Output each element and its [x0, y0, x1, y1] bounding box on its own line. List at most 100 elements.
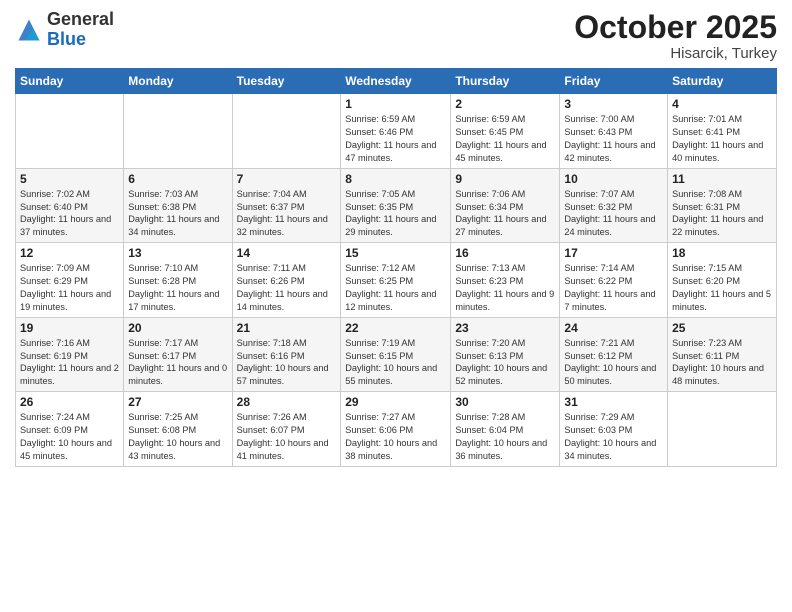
logo: General Blue: [15, 10, 114, 50]
day-info: Sunrise: 7:09 AM Sunset: 6:29 PM Dayligh…: [20, 262, 119, 314]
day-number: 31: [564, 395, 663, 409]
day-number: 2: [455, 97, 555, 111]
day-info: Sunrise: 7:11 AM Sunset: 6:26 PM Dayligh…: [237, 262, 337, 314]
calendar-cell: 15 Sunrise: 7:12 AM Sunset: 6:25 PM Dayli…: [341, 243, 451, 318]
calendar-cell: 5Sunrise: 7:02 AM Sunset: 6:40 PM Daylig…: [16, 168, 124, 243]
calendar-cell: 8Sunrise: 7:05 AM Sunset: 6:35 PM Daylig…: [341, 168, 451, 243]
calendar-cell: 4 Sunrise: 7:01 AM Sunset: 6:41 PM Daylig…: [668, 94, 777, 169]
location: Hisarcik, Turkey: [574, 45, 777, 62]
calendar-cell: [124, 94, 232, 169]
calendar-cell: 24 Sunrise: 7:21 AM Sunset: 6:12 PM Dayli…: [560, 317, 668, 392]
day-info: Sunrise: 7:25 AM Sunset: 6:08 PM Dayligh…: [128, 411, 227, 463]
day-info: Sunrise: 7:24 AM Sunset: 6:09 PM Dayligh…: [20, 411, 119, 463]
calendar-cell: 17 Sunrise: 7:14 AM Sunset: 6:22 PM Dayli…: [560, 243, 668, 318]
day-info: Sunrise: 7:16 AM Sunset: 6:19 PM Dayligh…: [20, 337, 119, 389]
day-number: 27: [128, 395, 227, 409]
day-info: Sunrise: 7:15 AM Sunset: 6:20 PM Dayligh…: [672, 262, 772, 314]
calendar-header-friday: Friday: [560, 69, 668, 94]
calendar-cell: 23 Sunrise: 7:20 AM Sunset: 6:13 PM Dayli…: [451, 317, 560, 392]
calendar-table: SundayMondayTuesdayWednesdayThursdayFrid…: [15, 68, 777, 467]
calendar-cell: 26Sunrise: 7:24 AM Sunset: 6:09 PM Dayli…: [16, 392, 124, 467]
calendar-cell: [16, 94, 124, 169]
day-number: 25: [672, 321, 772, 335]
logo-general-text: General: [47, 9, 114, 29]
day-number: 24: [564, 321, 663, 335]
day-info: Sunrise: 7:26 AM Sunset: 6:07 PM Dayligh…: [237, 411, 337, 463]
day-info: Sunrise: 7:21 AM Sunset: 6:12 PM Dayligh…: [564, 337, 663, 389]
calendar-week-1: 1 Sunrise: 6:59 AM Sunset: 6:46 PM Daylig…: [16, 94, 777, 169]
day-info: Sunrise: 7:19 AM Sunset: 6:15 PM Dayligh…: [345, 337, 446, 389]
day-info: Sunrise: 7:07 AM Sunset: 6:32 PM Dayligh…: [564, 188, 663, 240]
day-number: 20: [128, 321, 227, 335]
month-title: October 2025: [574, 10, 777, 45]
logo-text: General Blue: [47, 10, 114, 50]
calendar-cell: 19 Sunrise: 7:16 AM Sunset: 6:19 PM Dayli…: [16, 317, 124, 392]
day-number: 23: [455, 321, 555, 335]
calendar-cell: 7Sunrise: 7:04 AM Sunset: 6:37 PM Daylig…: [232, 168, 341, 243]
calendar-cell: 12 Sunrise: 7:09 AM Sunset: 6:29 PM Dayli…: [16, 243, 124, 318]
day-info: Sunrise: 7:01 AM Sunset: 6:41 PM Dayligh…: [672, 113, 772, 165]
calendar-cell: 20Sunrise: 7:17 AM Sunset: 6:17 PM Dayli…: [124, 317, 232, 392]
calendar-week-4: 19 Sunrise: 7:16 AM Sunset: 6:19 PM Dayli…: [16, 317, 777, 392]
calendar-header-sunday: Sunday: [16, 69, 124, 94]
title-block: October 2025 Hisarcik, Turkey: [574, 10, 777, 62]
header: General Blue October 2025 Hisarcik, Turk…: [15, 10, 777, 62]
calendar-cell: [232, 94, 341, 169]
day-info: Sunrise: 7:27 AM Sunset: 6:06 PM Dayligh…: [345, 411, 446, 463]
calendar-header-row: SundayMondayTuesdayWednesdayThursdayFrid…: [16, 69, 777, 94]
calendar-cell: 13 Sunrise: 7:10 AM Sunset: 6:28 PM Dayli…: [124, 243, 232, 318]
calendar-cell: 2 Sunrise: 6:59 AM Sunset: 6:45 PM Daylig…: [451, 94, 560, 169]
calendar-cell: 28Sunrise: 7:26 AM Sunset: 6:07 PM Dayli…: [232, 392, 341, 467]
day-info: Sunrise: 7:12 AM Sunset: 6:25 PM Dayligh…: [345, 262, 446, 314]
calendar-cell: 11 Sunrise: 7:08 AM Sunset: 6:31 PM Dayli…: [668, 168, 777, 243]
calendar-cell: 25Sunrise: 7:23 AM Sunset: 6:11 PM Dayli…: [668, 317, 777, 392]
calendar-header-saturday: Saturday: [668, 69, 777, 94]
day-number: 21: [237, 321, 337, 335]
day-number: 4: [672, 97, 772, 111]
calendar-cell: 10Sunrise: 7:07 AM Sunset: 6:32 PM Dayli…: [560, 168, 668, 243]
calendar-cell: 29 Sunrise: 7:27 AM Sunset: 6:06 PM Dayli…: [341, 392, 451, 467]
day-number: 12: [20, 246, 119, 260]
calendar-header-tuesday: Tuesday: [232, 69, 341, 94]
day-info: Sunrise: 7:29 AM Sunset: 6:03 PM Dayligh…: [564, 411, 663, 463]
day-info: Sunrise: 7:10 AM Sunset: 6:28 PM Dayligh…: [128, 262, 227, 314]
day-info: Sunrise: 6:59 AM Sunset: 6:46 PM Dayligh…: [345, 113, 446, 165]
logo-icon: [15, 16, 43, 44]
day-number: 14: [237, 246, 337, 260]
calendar-week-2: 5Sunrise: 7:02 AM Sunset: 6:40 PM Daylig…: [16, 168, 777, 243]
calendar-week-3: 12 Sunrise: 7:09 AM Sunset: 6:29 PM Dayli…: [16, 243, 777, 318]
day-info: Sunrise: 7:05 AM Sunset: 6:35 PM Dayligh…: [345, 188, 446, 240]
day-info: Sunrise: 7:14 AM Sunset: 6:22 PM Dayligh…: [564, 262, 663, 314]
day-number: 9: [455, 172, 555, 186]
day-number: 11: [672, 172, 772, 186]
calendar-header-thursday: Thursday: [451, 69, 560, 94]
calendar-cell: 14 Sunrise: 7:11 AM Sunset: 6:26 PM Dayli…: [232, 243, 341, 318]
day-number: 13: [128, 246, 227, 260]
day-number: 19: [20, 321, 119, 335]
day-info: Sunrise: 7:13 AM Sunset: 6:23 PM Dayligh…: [455, 262, 555, 314]
day-number: 1: [345, 97, 446, 111]
calendar-cell: 3 Sunrise: 7:00 AM Sunset: 6:43 PM Daylig…: [560, 94, 668, 169]
calendar-header-wednesday: Wednesday: [341, 69, 451, 94]
page: General Blue October 2025 Hisarcik, Turk…: [0, 0, 792, 612]
day-info: Sunrise: 6:59 AM Sunset: 6:45 PM Dayligh…: [455, 113, 555, 165]
calendar-header-monday: Monday: [124, 69, 232, 94]
calendar-cell: 1 Sunrise: 6:59 AM Sunset: 6:46 PM Daylig…: [341, 94, 451, 169]
day-number: 6: [128, 172, 227, 186]
day-number: 29: [345, 395, 446, 409]
calendar-cell: 22Sunrise: 7:19 AM Sunset: 6:15 PM Dayli…: [341, 317, 451, 392]
day-info: Sunrise: 7:00 AM Sunset: 6:43 PM Dayligh…: [564, 113, 663, 165]
day-number: 17: [564, 246, 663, 260]
day-number: 3: [564, 97, 663, 111]
day-info: Sunrise: 7:08 AM Sunset: 6:31 PM Dayligh…: [672, 188, 772, 240]
day-info: Sunrise: 7:18 AM Sunset: 6:16 PM Dayligh…: [237, 337, 337, 389]
logo-blue-text: Blue: [47, 29, 86, 49]
day-info: Sunrise: 7:20 AM Sunset: 6:13 PM Dayligh…: [455, 337, 555, 389]
day-number: 15: [345, 246, 446, 260]
calendar-week-5: 26Sunrise: 7:24 AM Sunset: 6:09 PM Dayli…: [16, 392, 777, 467]
calendar-cell: 16Sunrise: 7:13 AM Sunset: 6:23 PM Dayli…: [451, 243, 560, 318]
day-info: Sunrise: 7:06 AM Sunset: 6:34 PM Dayligh…: [455, 188, 555, 240]
day-number: 30: [455, 395, 555, 409]
day-number: 7: [237, 172, 337, 186]
calendar-cell: 18Sunrise: 7:15 AM Sunset: 6:20 PM Dayli…: [668, 243, 777, 318]
